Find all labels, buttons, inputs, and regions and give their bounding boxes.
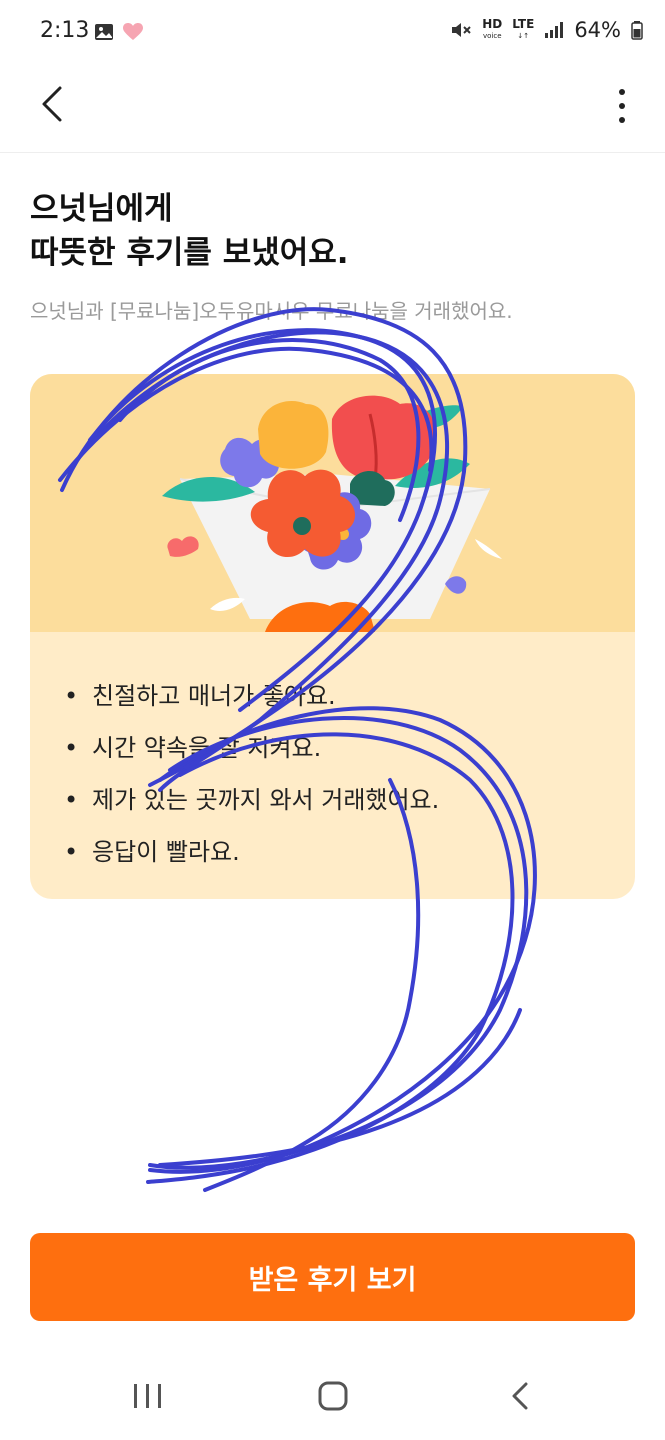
- status-bar: 2:13 HD voice LTE ↓↑ 64%: [0, 0, 665, 64]
- chevron-left-icon: [42, 86, 62, 122]
- status-notification-icons: [94, 22, 144, 42]
- page-title-line-1: 으넛님에게: [30, 191, 173, 227]
- page-title: 으넛님에게 따뜻한 후기를 보냈어요.: [30, 187, 349, 275]
- more-vertical-icon: [619, 89, 625, 123]
- back-button[interactable]: [34, 82, 74, 130]
- home-button[interactable]: [303, 1372, 363, 1420]
- system-back-button[interactable]: [490, 1372, 550, 1420]
- flower-bouquet-icon: [162, 395, 502, 632]
- heart-icon: [123, 23, 143, 40]
- page-subtitle: 으넛님과 [무료나눔]오두유마시우 무료나눔을 거래했어요.: [30, 299, 513, 323]
- review-item-list: 친절하고 매너가 좋아요. 시간 약속을 잘 지켜요. 제가 있는 곳까지 와서…: [64, 670, 439, 878]
- bouquet-illustration: [30, 374, 635, 632]
- review-item: 친절하고 매너가 좋아요.: [64, 670, 439, 722]
- app-bar: [0, 64, 665, 153]
- review-item: 응답이 빨라요.: [64, 826, 439, 878]
- battery-percent: 64%: [574, 18, 621, 42]
- battery-icon: [631, 21, 643, 40]
- more-options-button[interactable]: [607, 82, 637, 130]
- view-received-reviews-button[interactable]: 받은 후기 보기: [30, 1233, 635, 1321]
- gallery-icon: [95, 24, 113, 40]
- status-system-icons: HD voice LTE ↓↑ 64%: [450, 18, 643, 42]
- recent-apps-button[interactable]: [118, 1372, 178, 1420]
- review-card: 친절하고 매너가 좋아요. 시간 약속을 잘 지켜요. 제가 있는 곳까지 와서…: [30, 374, 635, 899]
- page-title-line-2: 따뜻한 후기를 보냈어요.: [30, 235, 349, 271]
- hd-voice-indicator: HD voice: [482, 17, 503, 40]
- home-icon: [318, 1381, 348, 1411]
- status-time: 2:13: [40, 18, 90, 43]
- back-arrow-icon: [512, 1382, 528, 1410]
- recent-apps-icon: [134, 1384, 161, 1408]
- review-item: 시간 약속을 잘 지켜요.: [64, 722, 439, 774]
- review-item: 제가 있는 곳까지 와서 거래했어요.: [64, 774, 439, 826]
- mute-icon: [452, 23, 471, 37]
- lte-indicator: LTE ↓↑: [512, 17, 535, 40]
- system-navigation-bar: [0, 1350, 665, 1440]
- signal-icon: [545, 22, 564, 38]
